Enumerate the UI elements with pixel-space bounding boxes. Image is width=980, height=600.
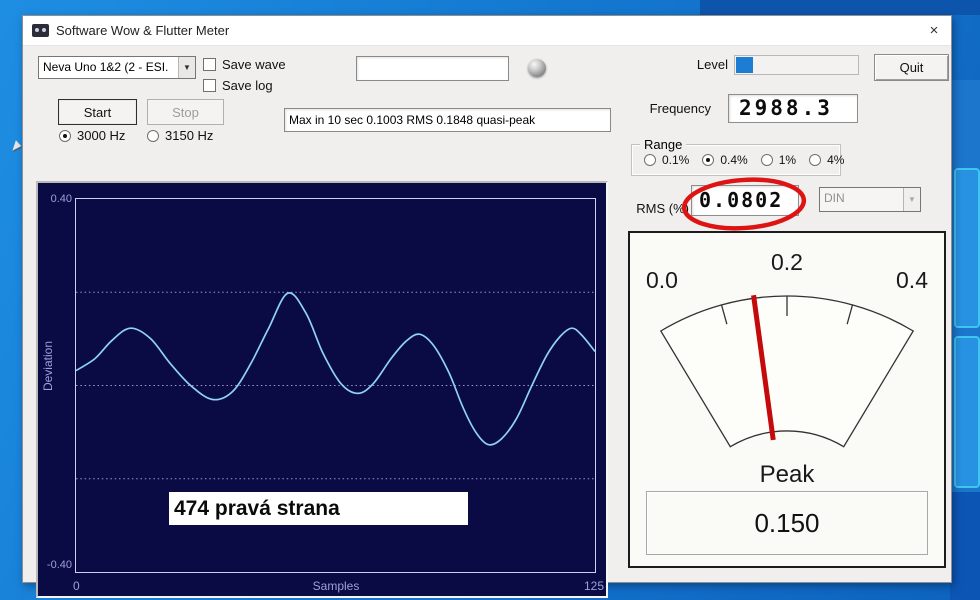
range-option-row: 1% (760, 153, 797, 167)
frequency-label: Frequency (649, 101, 711, 116)
save-log-row: Save log (203, 78, 273, 93)
rms-label: RMS (%) (636, 201, 689, 216)
level-progress-fill (736, 57, 754, 73)
range-group-label: Range (640, 137, 687, 152)
range-option-row: 0.1% (644, 153, 689, 167)
background-window-edge (700, 0, 980, 15)
weighting-select[interactable]: DIN ▼ (819, 187, 921, 212)
freq-3000-row: 3000 Hz (59, 128, 125, 143)
range-group: Range 0.1% 0.4% 1% 4% (631, 137, 844, 176)
device-select[interactable]: Neva Uno 1&2 (2 - ESI. ▼ (38, 56, 196, 79)
level-label: Level (696, 57, 728, 72)
background-window-tile (954, 168, 980, 328)
radio-3000hz[interactable] (59, 129, 71, 142)
range-0.4-label: 0.4% (720, 153, 748, 167)
radio-3150hz[interactable] (147, 129, 159, 142)
window-title: Software Wow & Flutter Meter (56, 23, 230, 38)
range-0.1-label: 0.1% (662, 153, 690, 167)
x-axis-min-label: 0 (73, 579, 80, 593)
chevron-down-icon[interactable]: ▼ (178, 57, 195, 78)
wave-name-input[interactable] (356, 56, 509, 81)
title-bar: Software Wow & Flutter Meter × (23, 16, 951, 46)
chart-annotation: 474 pravá strana (169, 492, 468, 525)
x-axis-title: Samples (312, 579, 360, 593)
save-wave-label: Save wave (222, 57, 286, 72)
freq-3150-row: 3150 Hz (147, 128, 213, 143)
chevron-down-icon: ▼ (903, 188, 920, 211)
meter-dial (659, 294, 915, 448)
close-button[interactable]: × (917, 16, 951, 46)
range-1-label: 1% (778, 153, 797, 167)
start-button[interactable]: Start (58, 99, 137, 125)
client-area: Neva Uno 1&2 (2 - ESI. ▼ Save wave Save … (23, 46, 951, 598)
background-window-edge (950, 492, 980, 600)
quit-button[interactable]: Quit (874, 54, 949, 81)
peak-value-display: 0.150 (646, 491, 928, 555)
y-axis-max-label: 0.40 (50, 193, 72, 205)
rms-display: 0.0802 (691, 185, 799, 216)
save-wave-row: Save wave (203, 57, 286, 72)
background-window-tile (954, 336, 980, 488)
radio-range-0.4[interactable] (702, 154, 715, 166)
range-option-row: 4% (809, 153, 844, 167)
frequency-display: 2988.3 (728, 94, 858, 123)
device-select-value: Neva Uno 1&2 (2 - ESI. (43, 60, 169, 74)
weighting-select-value: DIN (824, 191, 845, 205)
stop-button[interactable]: Stop (147, 99, 224, 125)
y-axis-title: Deviation (41, 341, 55, 392)
app-window: Software Wow & Flutter Meter × Neva Uno … (22, 15, 952, 598)
deviation-chart: 0.40 -0.40 Deviation 0 Samples 125 474 p… (36, 181, 608, 598)
save-wave-checkbox[interactable] (203, 58, 216, 71)
radio-range-0.1[interactable] (644, 154, 656, 166)
y-axis-min-label: -0.40 (46, 559, 72, 571)
radio-range-4[interactable] (809, 154, 822, 166)
cassette-icon (32, 24, 49, 37)
peak-label: Peak (759, 461, 815, 488)
save-log-checkbox[interactable] (203, 79, 216, 92)
status-message: Max in 10 sec 0.1003 RMS 0.1848 quasi-pe… (284, 108, 611, 132)
range-option-row: 0.4% (702, 153, 748, 167)
x-axis-max-label: 125 (583, 579, 604, 593)
desktop-background: Software Wow & Flutter Meter × Neva Uno … (0, 0, 980, 600)
range-4-label: 4% (827, 153, 845, 167)
analog-meter-panel: 0.0 0.2 0.4 Peak 0.150 (628, 231, 946, 568)
level-progressbar (734, 55, 859, 75)
radio-3000hz-label: 3000 Hz (77, 128, 126, 143)
save-log-label: Save log (222, 78, 273, 93)
radio-range-1[interactable] (760, 154, 773, 166)
status-led-indicator (528, 59, 546, 77)
radio-3150hz-label: 3150 Hz (165, 128, 214, 143)
